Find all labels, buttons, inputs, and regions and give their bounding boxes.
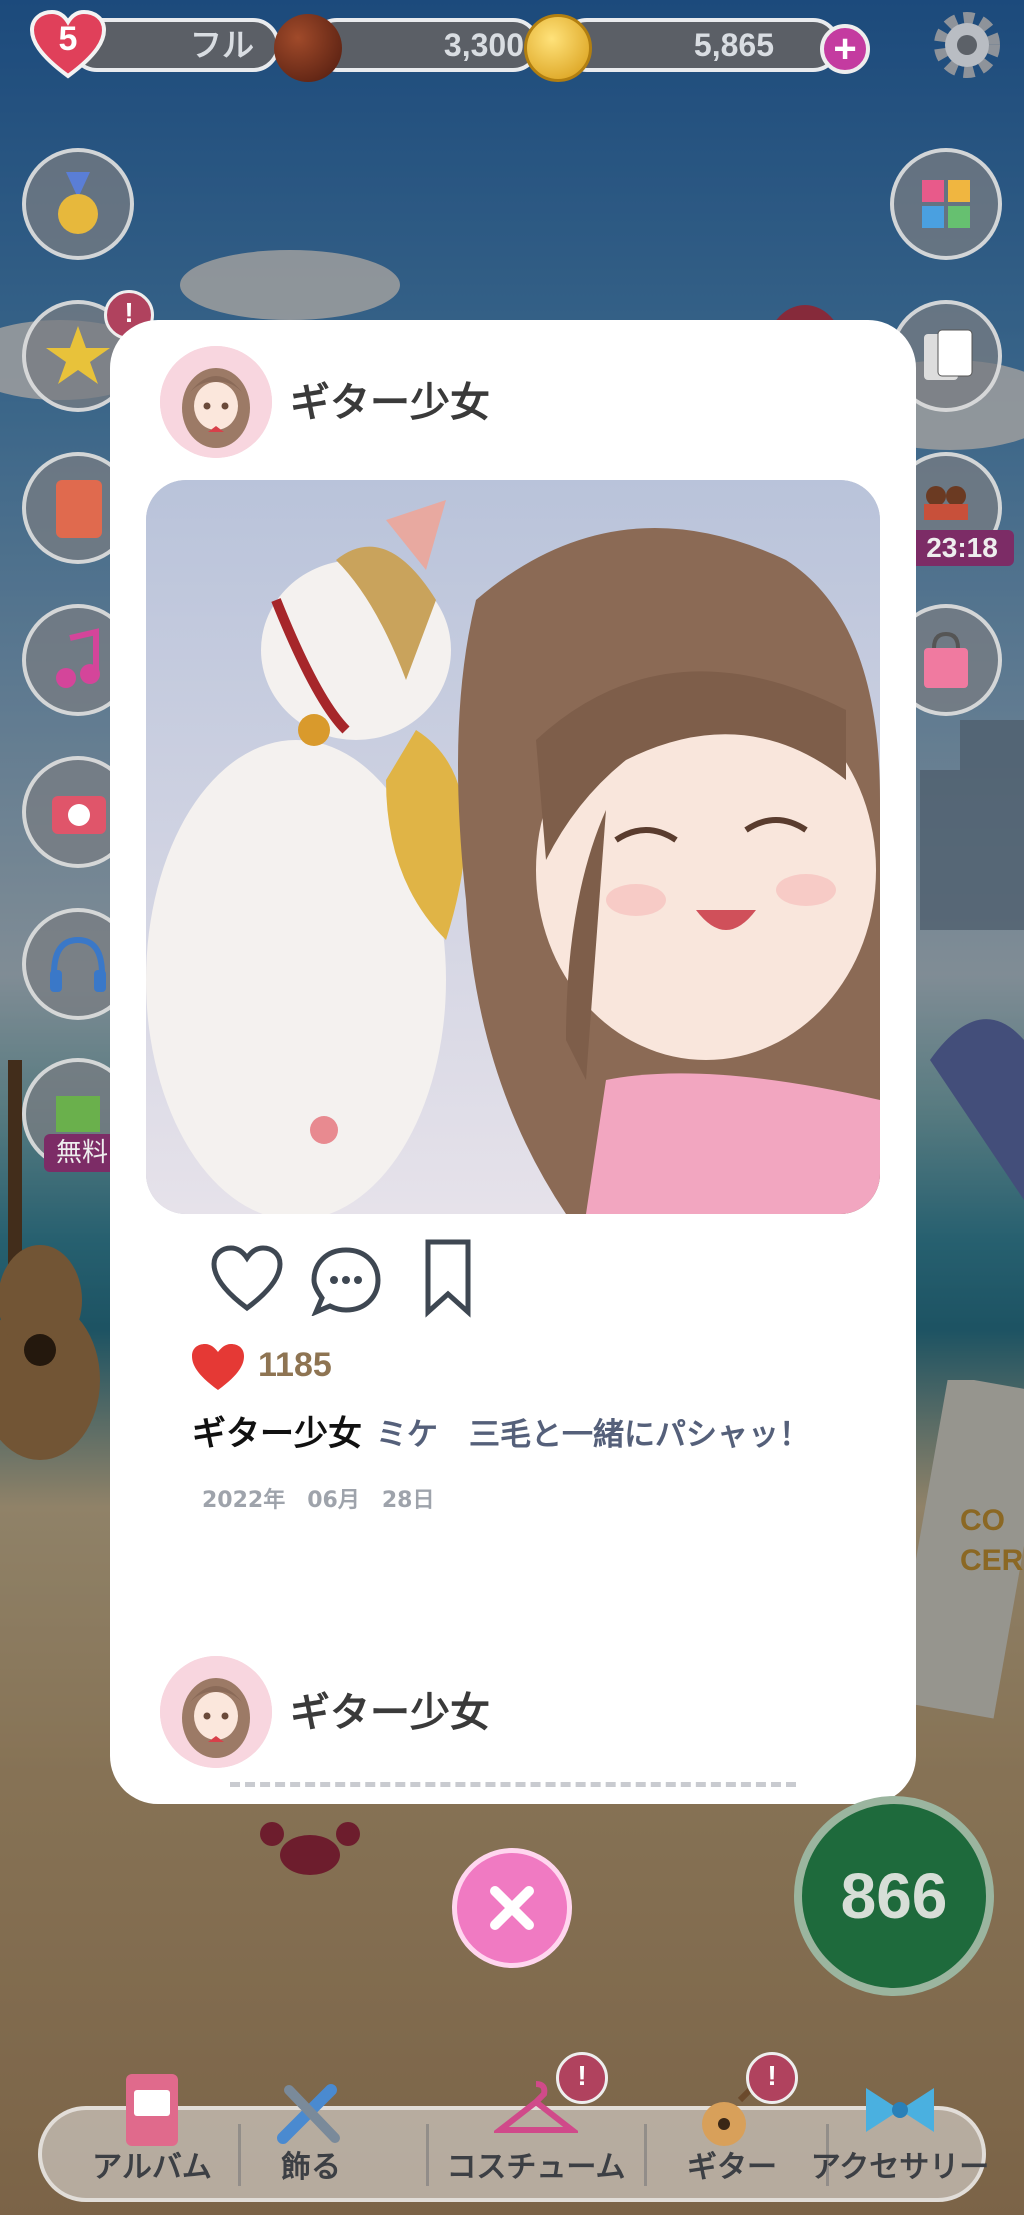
post-photo (146, 480, 880, 1214)
hearts-status: フル (190, 27, 255, 63)
coin-pill: 5,865 (560, 18, 840, 72)
ribbon-bow-icon (866, 2088, 934, 2132)
guitar-girl-avatar-image (160, 346, 272, 458)
post-username: ギター少女 (290, 380, 490, 426)
coin-icon (524, 14, 592, 82)
bookmark-icon[interactable] (422, 1238, 474, 1318)
avatar[interactable] (160, 1656, 272, 1768)
bottom-navigation: アルバム 飾る コスチューム ! ギター ! アクセサリー (38, 2052, 989, 2202)
puzzle-icon (922, 180, 970, 228)
nav-accessory-label: アクセサリー (810, 2150, 990, 2185)
coin-count: 5,865 (693, 27, 774, 63)
post-caption: ギター少女 ミケ 三毛と一緒にパシャッ！ (192, 1406, 810, 1455)
tools-icon (277, 2084, 340, 2144)
close-button[interactable] (452, 1848, 572, 1968)
add-currency-button[interactable]: + (820, 24, 870, 74)
liked-heart-icon (192, 1344, 244, 1390)
caption-username: ギター少女 (192, 1414, 362, 1454)
post-date: 2022年 06月 28日 (202, 1488, 435, 1513)
nav-album[interactable]: アルバム (62, 2074, 242, 2198)
caption-text: ミケ 三毛と一緒にパシャッ！ (376, 1417, 810, 1453)
next-post-username: ギター少女 (290, 1690, 490, 1736)
guitar-girl-avatar-image (160, 1656, 272, 1768)
nav-decorate-label: 飾る (281, 2150, 341, 2185)
next-post-header: ギター少女 (160, 1656, 860, 1768)
settings-gear-icon[interactable] (930, 8, 1004, 82)
chocolate-count: 3,300 (443, 27, 524, 63)
like-count: 1185 (258, 1346, 332, 1384)
next-photo-placeholder (230, 1782, 796, 1787)
currency-bar: フル 5 3,300 5,865 + (30, 10, 890, 82)
event-timer: 23:18 (910, 530, 1014, 566)
chocolate-pill: 3,300 (310, 18, 540, 72)
album-icon (126, 2074, 178, 2146)
nav-guitar-label: ギター (687, 2150, 777, 2185)
free-label: 無料 (44, 1134, 120, 1172)
avatar[interactable] (160, 346, 272, 458)
nav-guitar[interactable]: ギター (642, 2073, 822, 2198)
nav-decorate[interactable]: 飾る (236, 2084, 386, 2198)
post-header: ギター少女 (160, 346, 860, 458)
nav-costume[interactable]: コスチューム (426, 2081, 646, 2198)
close-icon (490, 1886, 534, 1930)
like-heart-icon[interactable] (210, 1244, 284, 1314)
count-display[interactable]: 866 (794, 1796, 994, 1996)
nav-accessory[interactable]: アクセサリー (800, 2088, 1000, 2198)
hearts-count: 5 (58, 20, 78, 58)
costume-alert-badge: ! (556, 2052, 608, 2104)
post-modal: ギター少女 1185 ギター少女 ミケ 三毛と一緒にパシャッ！ 2022年 06… (110, 320, 916, 1804)
nav-album-label: アルバム (92, 2150, 212, 2185)
post-actions (210, 1238, 510, 1318)
chocolate-icon (274, 14, 342, 82)
medal-button[interactable] (22, 148, 134, 260)
puzzle-button[interactable] (890, 148, 1002, 260)
guitar-alert-badge: ! (746, 2052, 798, 2104)
medal-icon (58, 172, 98, 234)
nav-costume-label: コスチューム (446, 2150, 626, 2185)
girl-with-cat-illustration (146, 480, 880, 1214)
comment-bubble-icon[interactable] (310, 1244, 382, 1316)
